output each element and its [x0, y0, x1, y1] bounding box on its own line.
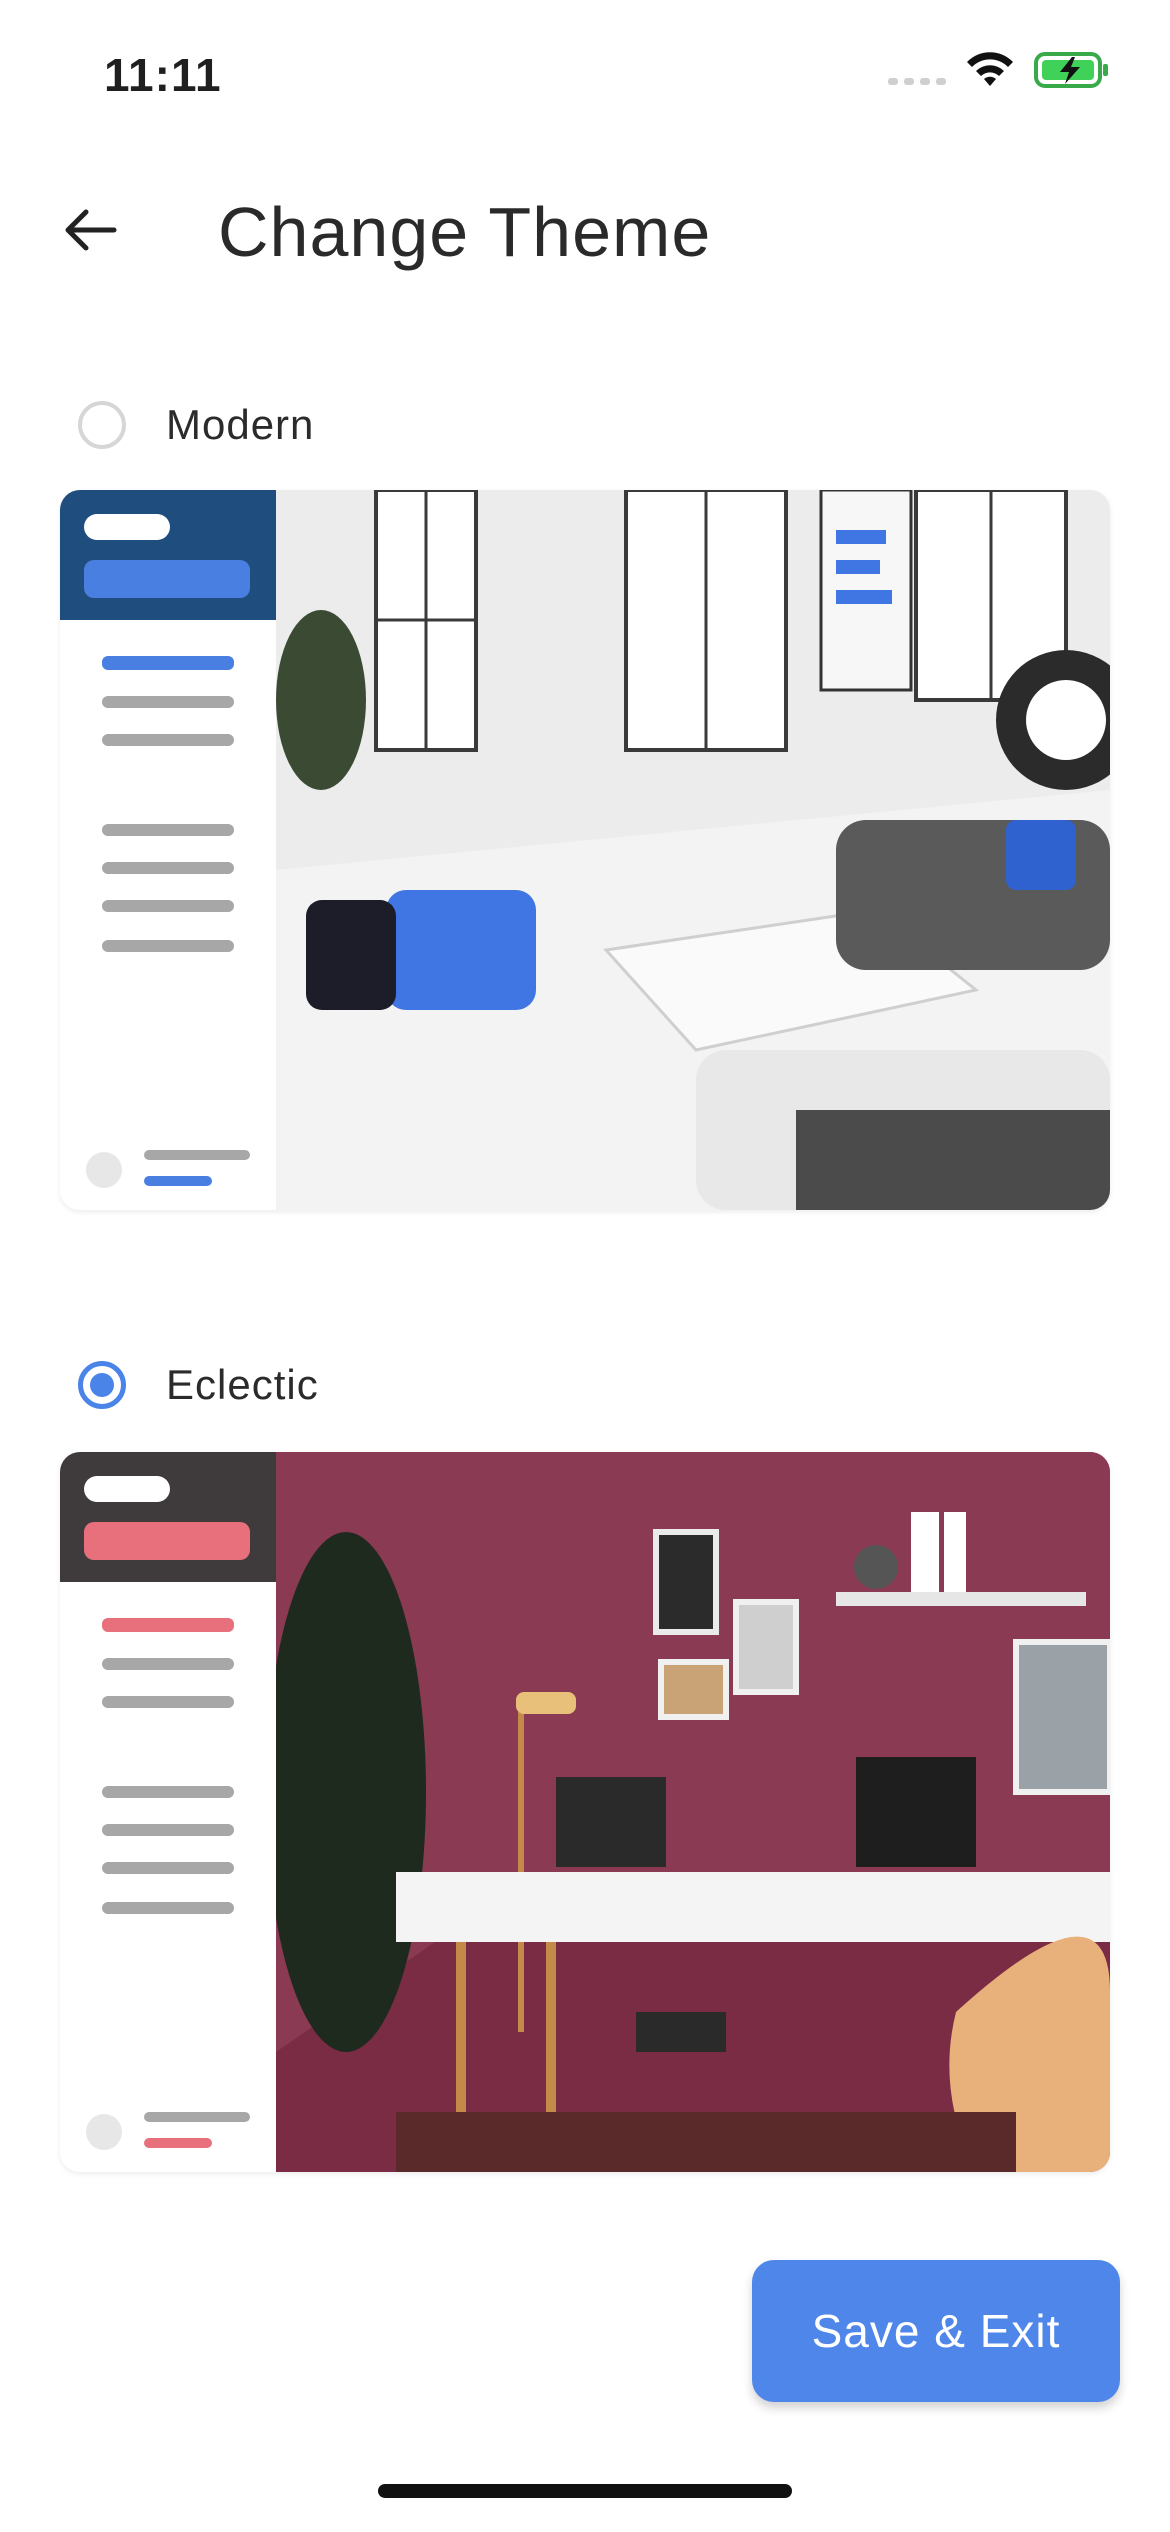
- arrow-left-icon: [65, 209, 117, 251]
- preview-logo-pill: [84, 1476, 170, 1502]
- preview-nav-line: [102, 1786, 234, 1798]
- app-header: Change Theme: [0, 170, 1170, 290]
- preview-logo-pill: [84, 514, 170, 540]
- preview-nav-line: [102, 1862, 234, 1874]
- preview-avatar: [86, 2114, 122, 2150]
- theme-radio-row-modern[interactable]: Modern: [78, 390, 314, 460]
- preview-nav-active: [102, 1618, 234, 1632]
- preview-nav-line: [102, 1902, 234, 1914]
- preview-nav-line: [102, 696, 234, 708]
- status-icons: [888, 50, 1110, 90]
- status-time: 11:11: [104, 49, 222, 101]
- preview-nav-line: [102, 1824, 234, 1836]
- radio-eclectic[interactable]: [78, 1361, 126, 1409]
- preview-sidebar-header: [60, 1452, 276, 1582]
- preview-sidebar: [60, 490, 276, 1210]
- status-bar: 11:11: [0, 0, 1170, 150]
- eclectic-office-image: [276, 1452, 1110, 2172]
- preview-nav-line: [102, 940, 234, 952]
- preview-accent-pill: [84, 560, 250, 598]
- preview-sidebar-header: [60, 490, 276, 620]
- preview-footer-accent: [144, 2138, 212, 2148]
- page-title: Change Theme: [218, 193, 712, 271]
- preview-avatar: [86, 1152, 122, 1188]
- save-exit-button[interactable]: Save & Exit: [752, 2260, 1120, 2402]
- preview-nav-line: [102, 824, 234, 836]
- preview-nav-line: [102, 1658, 234, 1670]
- home-indicator: [378, 2484, 792, 2498]
- wifi-icon: [967, 52, 1013, 86]
- battery-charging-icon: [1034, 52, 1108, 88]
- preview-footer-accent: [144, 1176, 212, 1186]
- theme-label-modern: Modern: [166, 401, 315, 448]
- preview-footer-line: [144, 2112, 250, 2122]
- theme-preview-modern[interactable]: [60, 490, 1110, 1210]
- preview-nav-line: [102, 862, 234, 874]
- preview-accent-pill: [84, 1522, 250, 1560]
- preview-sidebar: [60, 1452, 276, 2172]
- preview-footer-line: [144, 1150, 250, 1160]
- theme-preview-eclectic[interactable]: [60, 1452, 1110, 2172]
- theme-label-eclectic: Eclectic: [166, 1361, 319, 1408]
- signal-icon: [888, 55, 946, 85]
- theme-radio-row-eclectic[interactable]: Eclectic: [78, 1350, 319, 1420]
- preview-nav-line: [102, 1696, 234, 1708]
- back-button[interactable]: [50, 190, 130, 270]
- preview-nav-line: [102, 734, 234, 746]
- preview-nav-active: [102, 656, 234, 670]
- radio-modern[interactable]: [78, 401, 126, 449]
- modern-living-room-image: [276, 490, 1110, 1210]
- preview-nav-line: [102, 900, 234, 912]
